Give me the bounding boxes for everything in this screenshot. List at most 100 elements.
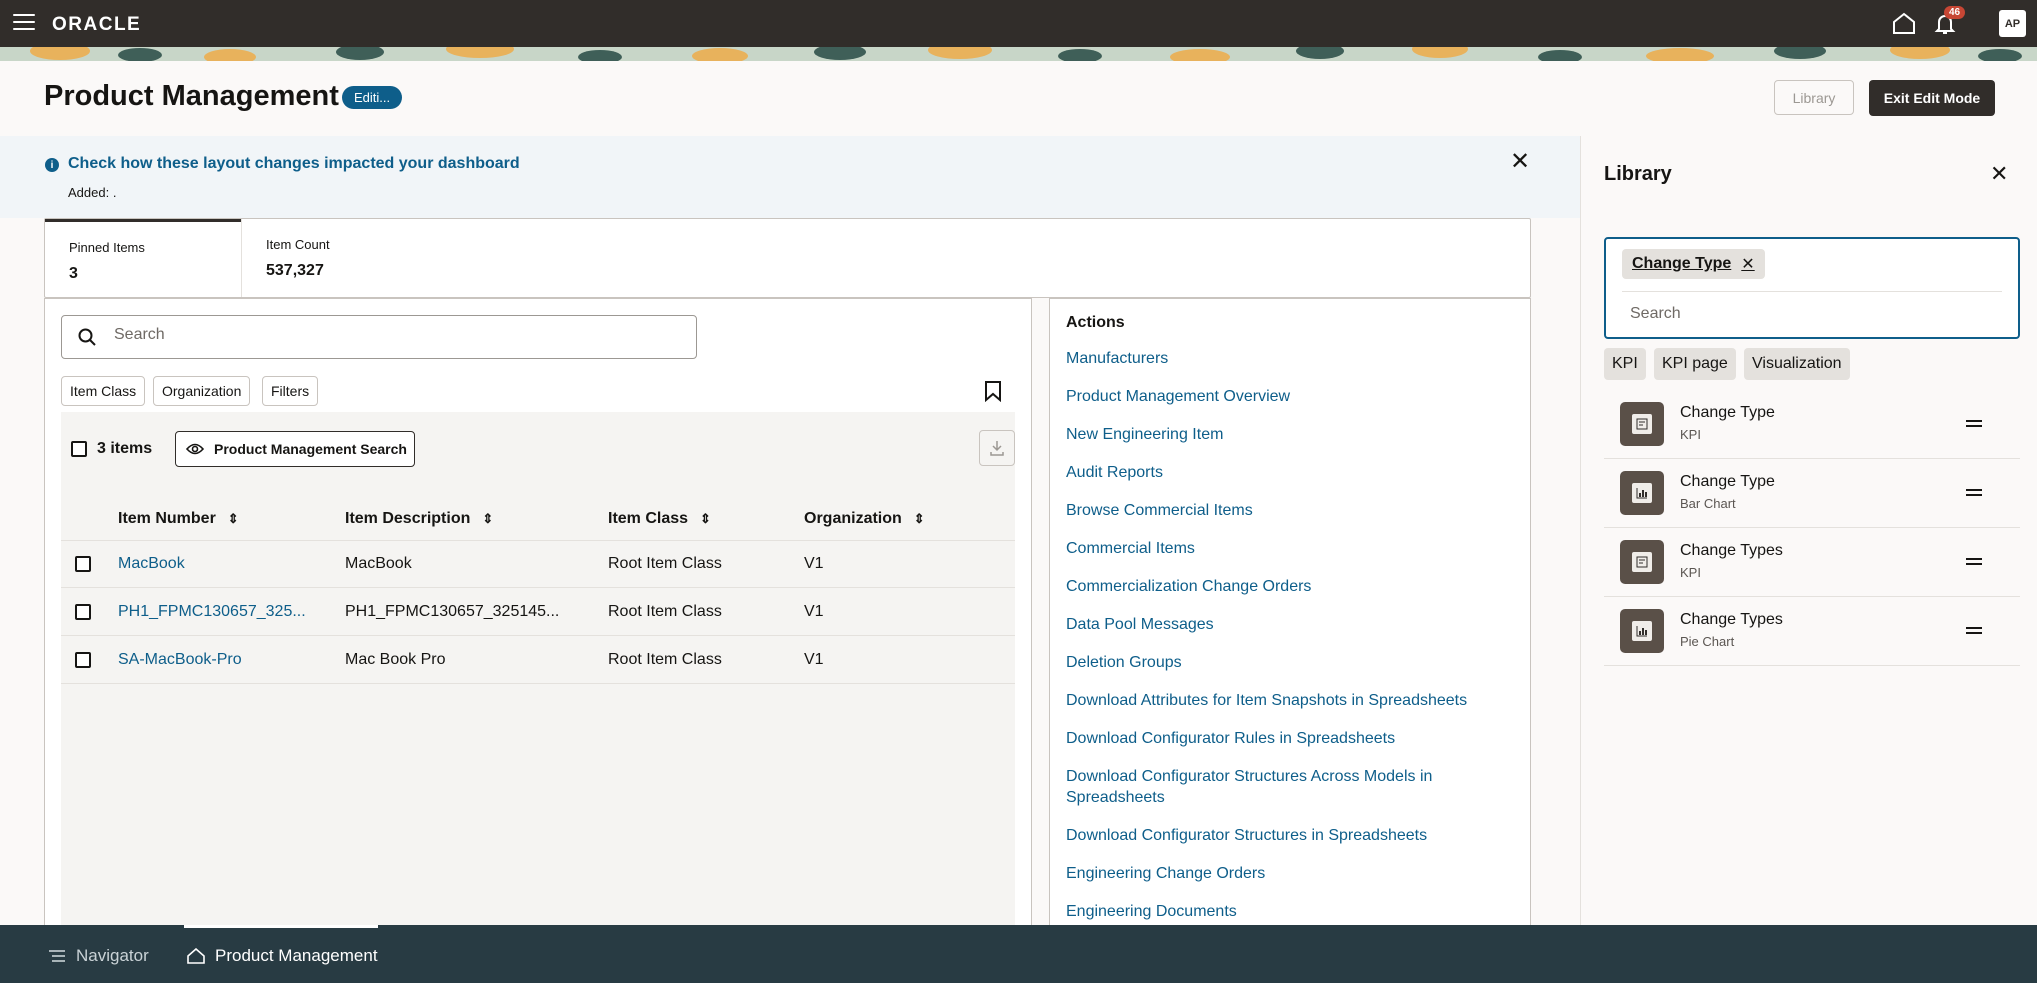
item-organization: V1 <box>804 651 824 668</box>
action-link[interactable]: Commercial Items <box>1066 538 1486 559</box>
close-icon[interactable]: ✕ <box>1508 150 1532 174</box>
home-icon[interactable] <box>1892 12 1916 34</box>
library-search-input[interactable] <box>1630 305 2000 323</box>
stat-pinned-items[interactable]: Pinned Items 3 <box>45 219 241 297</box>
product-management-search-button[interactable]: Product Management Search <box>175 431 415 467</box>
action-link[interactable]: Deletion Groups <box>1066 652 1486 673</box>
item-number-link[interactable]: PH1_FPMC130657_325... <box>118 588 318 636</box>
library-chip-kpi-page[interactable]: KPI page <box>1654 348 1736 380</box>
close-icon[interactable]: ✕ <box>1990 163 2008 185</box>
library-item[interactable]: Change Type Bar Chart <box>1604 459 2020 528</box>
item-description: Mac Book Pro <box>345 651 446 668</box>
kpi-thumbnail <box>1620 402 1664 446</box>
navigator-label: Navigator <box>76 946 149 965</box>
library-button[interactable]: Library <box>1774 80 1854 115</box>
table-row[interactable]: MacBook MacBook Root Item Class V1 <box>61 540 1015 588</box>
stat-value: 537,327 <box>266 262 324 279</box>
filter-chip-item-class[interactable]: Item Class <box>61 376 146 406</box>
search-icon <box>78 328 96 346</box>
avatar[interactable]: AP <box>1999 10 2026 37</box>
library-item-name: Change Types <box>1680 542 1783 559</box>
column-header-item-class[interactable]: Item Class ⇕ <box>608 497 711 541</box>
hamburger-menu-icon[interactable] <box>13 14 35 32</box>
remove-tag-icon[interactable]: ✕ <box>1741 254 1754 274</box>
column-label: Item Description <box>345 510 471 527</box>
filter-tag-label: Change Type <box>1632 255 1732 272</box>
drag-handle-icon[interactable] <box>1966 489 1982 499</box>
library-item-name: Change Type <box>1680 473 1775 490</box>
item-number-link[interactable]: SA-MacBook-Pro <box>118 636 318 684</box>
action-link[interactable]: Browse Commercial Items <box>1066 500 1486 521</box>
chart-icon <box>1636 488 1647 499</box>
row-checkbox[interactable] <box>75 556 91 572</box>
row-checkbox[interactable] <box>75 652 91 668</box>
sort-icon[interactable]: ⇕ <box>228 511 239 527</box>
top-bar: ORACLE 46 AP <box>0 0 2037 47</box>
library-item-type: KPI <box>1680 427 1701 442</box>
library-chip-kpi[interactable]: KPI <box>1604 348 1646 380</box>
action-link[interactable]: Data Pool Messages <box>1066 614 1486 635</box>
item-class: Root Item Class <box>608 603 722 620</box>
stat-item-count[interactable]: Item Count 537,327 <box>242 219 482 297</box>
column-header-item-description[interactable]: Item Description ⇕ <box>345 497 493 541</box>
list-icon <box>49 950 65 962</box>
select-all-checkbox[interactable] <box>71 441 87 457</box>
search-input[interactable] <box>114 326 674 344</box>
drag-handle-icon[interactable] <box>1966 558 1982 568</box>
library-item[interactable]: Change Types Pie Chart <box>1604 597 2020 666</box>
library-item[interactable]: Change Types KPI <box>1604 528 2020 597</box>
action-link[interactable]: Engineering Change Orders <box>1066 863 1486 884</box>
action-link[interactable]: Product Management Overview <box>1066 386 1486 407</box>
search-field[interactable] <box>61 315 697 359</box>
sort-icon[interactable]: ⇕ <box>914 511 925 527</box>
column-label: Organization <box>804 510 902 527</box>
library-chip-visualization[interactable]: Visualization <box>1744 348 1850 380</box>
notice-title[interactable]: Check how these layout changes impacted … <box>68 155 520 173</box>
row-checkbox[interactable] <box>75 604 91 620</box>
bookmark-icon[interactable] <box>984 380 1002 402</box>
layout-change-notice <box>0 136 1580 218</box>
kpi-thumbnail <box>1620 540 1664 584</box>
notification-badge: 46 <box>1944 6 1966 19</box>
chart-icon <box>1636 626 1647 637</box>
item-organization: V1 <box>804 603 824 620</box>
sort-icon[interactable]: ⇕ <box>700 511 711 527</box>
table-row[interactable]: SA-MacBook-Pro Mac Book Pro Root Item Cl… <box>61 636 1015 684</box>
download-button[interactable] <box>979 430 1015 466</box>
action-link[interactable]: Audit Reports <box>1066 462 1486 483</box>
item-number-link[interactable]: MacBook <box>118 540 318 588</box>
action-link[interactable]: Download Configurator Structures Across … <box>1066 766 1486 808</box>
column-label: Item Class <box>608 510 689 527</box>
action-link[interactable]: Download Attributes for Item Snapshots i… <box>1066 690 1486 711</box>
stat-value: 3 <box>69 265 78 282</box>
navigator-button[interactable]: Navigator <box>48 946 149 966</box>
drag-handle-icon[interactable] <box>1966 420 1982 430</box>
column-header-organization[interactable]: Organization ⇕ <box>804 497 925 541</box>
action-link[interactable]: Download Configurator Rules in Spreadshe… <box>1066 728 1486 749</box>
oracle-logo[interactable]: ORACLE <box>52 14 141 36</box>
library-item-type: Pie Chart <box>1680 634 1735 649</box>
table-row[interactable]: PH1_FPMC130657_325... PH1_FPMC130657_325… <box>61 588 1015 636</box>
stat-label: Item Count <box>266 237 330 252</box>
column-header-item-number[interactable]: Item Number ⇕ <box>118 497 239 541</box>
active-indicator <box>184 925 378 928</box>
action-link[interactable]: Manufacturers <box>1066 348 1486 369</box>
filter-chip-filters[interactable]: Filters <box>262 376 319 406</box>
action-link[interactable]: Engineering Documents <box>1066 901 1486 922</box>
action-link[interactable]: Commercialization Change Orders <box>1066 576 1486 597</box>
library-item[interactable]: Change Type KPI <box>1604 390 2020 459</box>
item-class: Root Item Class <box>608 651 722 668</box>
filter-chip-organization[interactable]: Organization <box>153 376 251 406</box>
action-link[interactable]: New Engineering Item <box>1066 424 1486 445</box>
filter-tag-change-type[interactable]: Change Type ✕ <box>1622 249 1765 279</box>
action-link[interactable]: Download Configurator Structures in Spre… <box>1066 825 1486 846</box>
notice-subtitle: Added: . <box>68 185 117 200</box>
item-description: MacBook <box>345 555 412 572</box>
exit-edit-mode-button[interactable]: Exit Edit Mode <box>1869 80 1995 116</box>
item-class: Root Item Class <box>608 555 722 572</box>
drag-handle-icon[interactable] <box>1966 627 1982 637</box>
current-page-button[interactable]: Product Management <box>187 946 378 966</box>
home-icon <box>187 948 205 964</box>
info-icon: i <box>45 158 59 172</box>
sort-icon[interactable]: ⇕ <box>482 511 493 527</box>
